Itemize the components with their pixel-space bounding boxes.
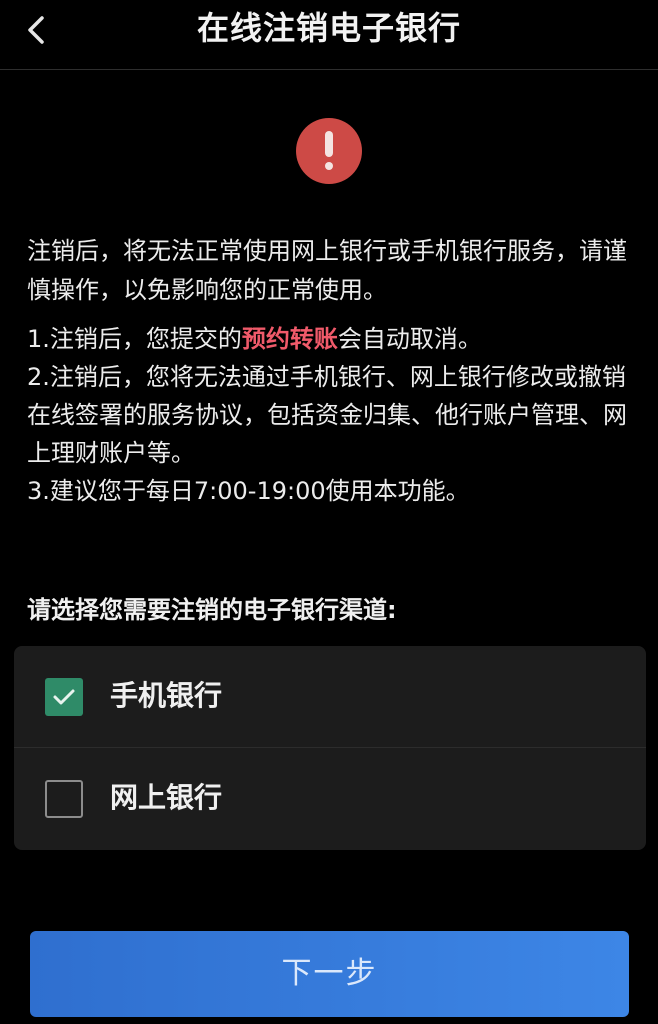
page-title: 在线注销电子银行 [196, 9, 461, 47]
online-banking-checkbox[interactable] [45, 780, 83, 818]
exclamation-bar [325, 131, 333, 157]
exclamation-icon [296, 118, 362, 184]
online-banking-label: 网上银行 [110, 781, 223, 814]
mobile-banking-label: 手机银行 [110, 679, 223, 712]
option-mobile-banking[interactable]: 手机银行 [14, 646, 646, 748]
next-step-button[interactable]: 下一步 [30, 931, 629, 1017]
note-item-1: 1.注销后，您提交的预约转账会自动取消。 [27, 320, 642, 358]
channel-options-card: 手机银行 网上银行 [14, 646, 646, 850]
exclamation-dot [325, 162, 333, 170]
scheduled-transfer-link[interactable]: 预约转账 [242, 325, 338, 353]
note-item-3: 3.建议您于每日7:00-19:00使用本功能。 [27, 477, 470, 505]
top-bar: 在线注销电子银行 [0, 0, 658, 70]
option-online-banking[interactable]: 网上银行 [14, 748, 646, 850]
channel-section-label: 请选择您需要注销的电子银行渠道: [27, 596, 397, 624]
note-item-2: 2.注销后，您将无法通过手机银行、网上银行修改或撤销在线签署的服务协议，包括资金… [27, 363, 627, 467]
note-1-prefix: 1.注销后，您提交的 [27, 325, 242, 353]
warning-text: 注销后，将无法正常使用网上银行或手机银行服务，请谨慎操作，以免影响您的正常使用。 [27, 237, 627, 304]
mobile-banking-checkbox[interactable] [45, 678, 83, 716]
note-1-suffix: 会自动取消。 [337, 325, 482, 353]
checkmark-icon [53, 689, 75, 705]
notes-list: 1.注销后，您提交的预约转账会自动取消。 2.注销后，您将无法通过手机银行、网上… [27, 320, 642, 510]
